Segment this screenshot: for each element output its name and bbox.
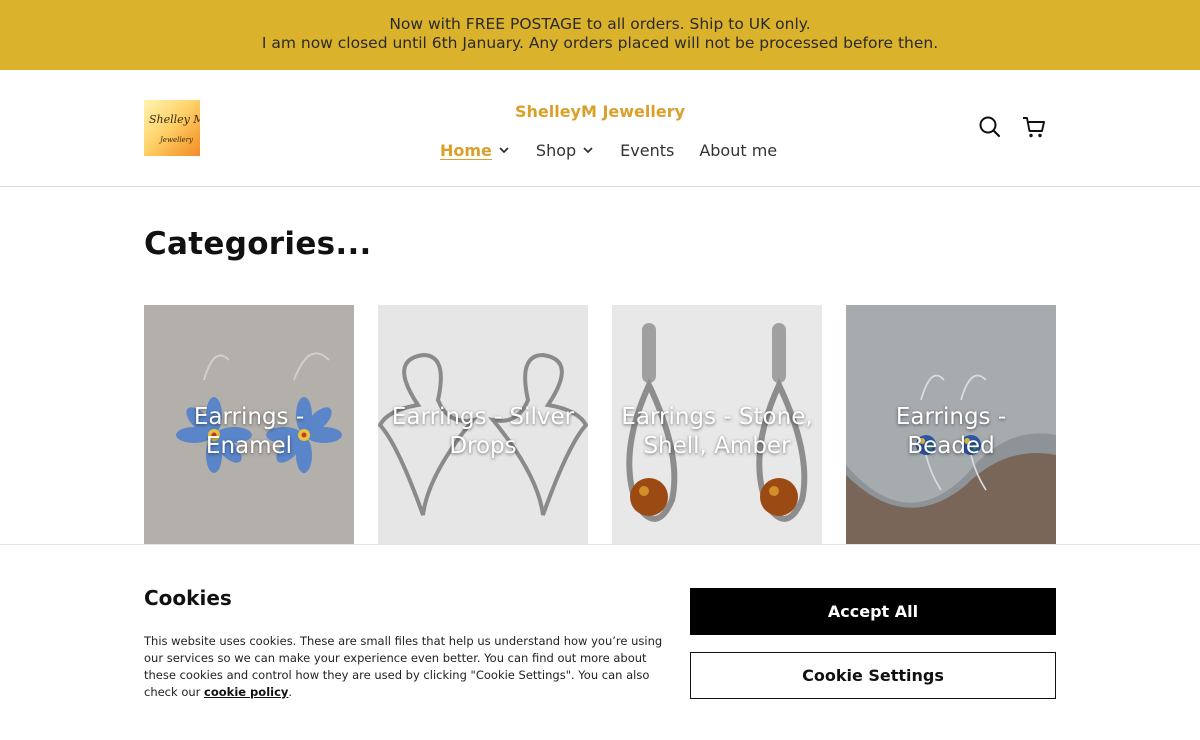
cookie-banner: Cookies This website uses cookies. These…	[0, 544, 1200, 740]
logo-subtext: Jewellery	[160, 136, 194, 144]
category-card-enamel[interactable]: Earrings - Enamel	[144, 305, 354, 545]
cookie-description: This website uses cookies. These are sma…	[144, 633, 674, 701]
cookie-policy-link[interactable]: cookie policy	[204, 685, 288, 699]
category-label: Earrings - Beaded	[895, 404, 1007, 459]
cart-icon[interactable]	[1021, 114, 1047, 140]
category-card-silver-drops[interactable]: Earrings - Silver Drops	[378, 305, 588, 545]
announcement-bar: Now with FREE POSTAGE to all orders. Shi…	[0, 0, 1200, 70]
nav-item-label: About me	[699, 140, 778, 160]
main-nav: Home Shop Events About me	[440, 140, 777, 160]
category-card-stone-shell-amber[interactable]: Earrings - Stone, Shell, Amber	[612, 305, 822, 545]
nav-item-label: Home	[440, 140, 492, 160]
chevron-down-icon	[583, 147, 593, 154]
site-header: Shelley M Jewellery ShelleyM Jewellery H…	[0, 70, 1200, 187]
category-label: Earrings - Enamel	[193, 404, 305, 459]
nav-item-label: Events	[620, 140, 675, 160]
page-heading: Categories...	[144, 226, 372, 262]
nav-item-shop[interactable]: Shop	[536, 141, 595, 160]
category-label: Earrings - Stone, Shell, Amber	[621, 404, 813, 459]
cookie-settings-button[interactable]: Cookie Settings	[690, 652, 1056, 699]
announcement-line-2: I am now closed until 6th January. Any o…	[261, 34, 939, 52]
cookie-title: Cookies	[144, 586, 232, 610]
announcement-line-1: Now with FREE POSTAGE to all orders. Shi…	[389, 15, 811, 33]
category-label: Earrings - Silver Drops	[391, 404, 575, 459]
site-title[interactable]: ShelleyM Jewellery	[0, 102, 1200, 121]
nav-item-about-me[interactable]: About me	[699, 141, 777, 160]
category-card-beaded[interactable]: Earrings - Beaded	[846, 305, 1056, 545]
nav-item-label: Shop	[535, 140, 577, 160]
nav-item-events[interactable]: Events	[620, 141, 674, 160]
accept-all-button[interactable]: Accept All	[690, 588, 1056, 635]
chevron-down-icon	[499, 147, 509, 154]
search-icon[interactable]	[977, 114, 1003, 140]
nav-item-home[interactable]: Home	[440, 141, 511, 160]
cookie-text-end: .	[288, 685, 293, 699]
